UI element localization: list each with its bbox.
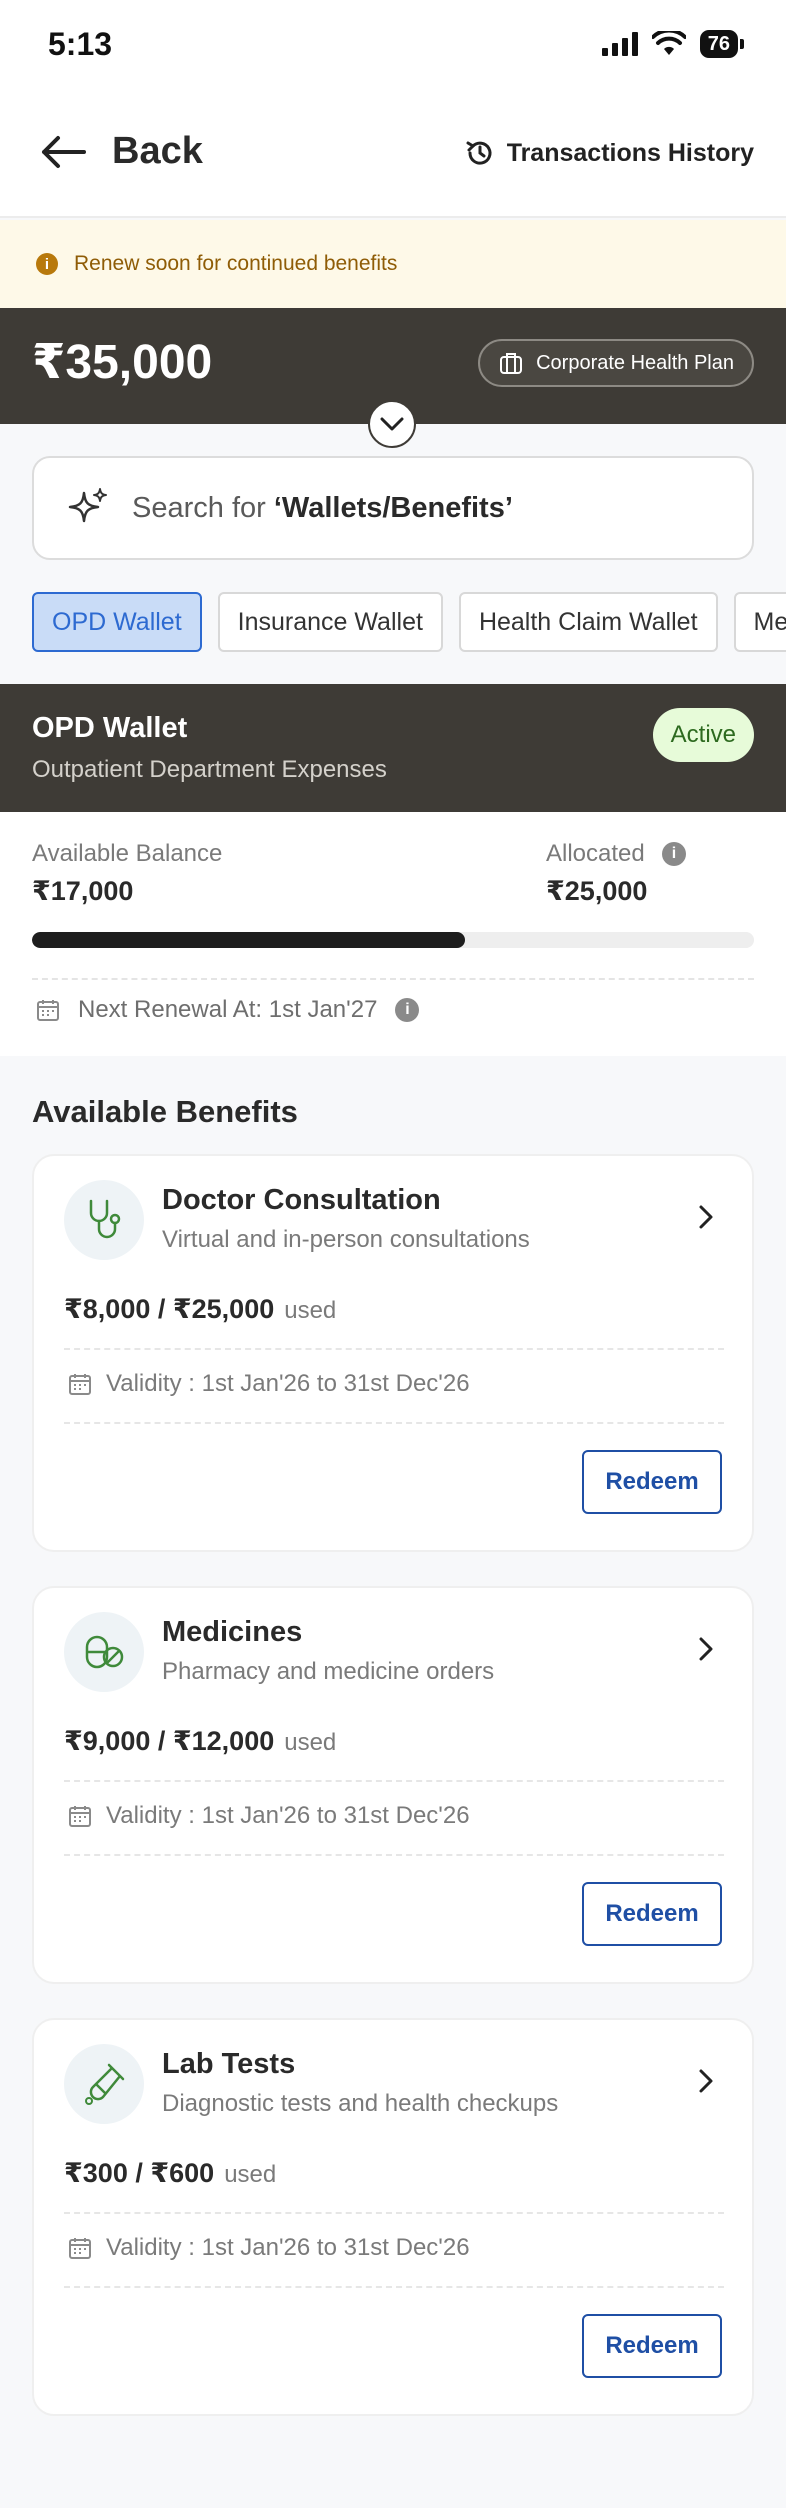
available-balance-label: Available Balance bbox=[32, 840, 223, 867]
transactions-history-button[interactable]: Transactions History bbox=[465, 138, 754, 168]
expand-balance-button[interactable] bbox=[368, 400, 416, 448]
divider bbox=[64, 1422, 724, 1424]
benefit-amount: ₹9,000 / ₹12,000 used bbox=[64, 1726, 336, 1757]
redeem-button[interactable]: Redeem bbox=[582, 1882, 722, 1946]
back-label: Back bbox=[112, 130, 203, 172]
search-placeholder-prefix: Search for bbox=[132, 491, 274, 524]
corporate-plan-chip[interactable]: Corporate Health Plan bbox=[478, 339, 754, 387]
search-placeholder: Search for ‘Wallets/Benefits’ bbox=[132, 492, 513, 525]
info-icon: i bbox=[36, 253, 58, 275]
transactions-history-label: Transactions History bbox=[506, 138, 754, 167]
benefit-card-lab-tests[interactable]: Lab Tests Diagnostic tests and health ch… bbox=[32, 2018, 754, 2416]
tab-opd-wallet[interactable]: OPD Wallet bbox=[32, 592, 202, 652]
benefit-card-doctor-consultation[interactable]: Doctor Consultation Virtual and in-perso… bbox=[32, 1154, 754, 1552]
tab-insurance-wallet[interactable]: Insurance Wallet bbox=[217, 592, 443, 652]
arrow-left-icon bbox=[42, 135, 86, 168]
wallet-balance-section: Available Balance ₹17,000 Allocated i ₹2… bbox=[0, 812, 786, 1056]
benefit-amount-value: ₹8,000 / ₹25,000 bbox=[64, 1294, 275, 1324]
calendar-icon bbox=[37, 1000, 59, 1021]
wallet-tabs: OPD Wallet Insurance Wallet Health Claim… bbox=[32, 592, 786, 652]
divider bbox=[32, 978, 754, 980]
calendar-icon bbox=[69, 1374, 91, 1395]
signal-icon bbox=[601, 32, 638, 56]
calendar-icon bbox=[69, 1806, 91, 1827]
benefit-title: Lab Tests bbox=[162, 2048, 296, 2080]
benefit-validity-text: Validity : 1st Jan'26 to 31st Dec'26 bbox=[106, 2234, 470, 2261]
status-badge: Active bbox=[652, 708, 754, 762]
total-balance-amount: ₹35,000 bbox=[32, 336, 213, 389]
next-renewal-row: Next Renewal At: 1st Jan'27 i bbox=[36, 996, 420, 1024]
renew-banner-text: Renew soon for continued benefits bbox=[74, 252, 398, 275]
status-bar: 5:13 76 bbox=[0, 0, 786, 90]
pill-icon bbox=[64, 1612, 144, 1692]
allocated-label: Allocated bbox=[546, 840, 645, 867]
benefit-validity-row: Validity : 1st Jan'26 to 31st Dec'26 bbox=[68, 1802, 470, 1830]
benefit-title: Medicines bbox=[162, 1616, 303, 1648]
benefit-title: Doctor Consultation bbox=[162, 1184, 441, 1216]
benefit-used-label: used bbox=[224, 2161, 277, 2188]
benefit-amount: ₹8,000 / ₹25,000 used bbox=[64, 1294, 336, 1325]
benefit-validity-row: Validity : 1st Jan'26 to 31st Dec'26 bbox=[68, 2234, 470, 2262]
benefits-heading: Available Benefits bbox=[32, 1094, 298, 1129]
benefit-subtitle: Virtual and in-person consultations bbox=[162, 1226, 530, 1253]
renew-banner: i Renew soon for continued benefits bbox=[0, 220, 786, 308]
benefit-amount: ₹300 / ₹600 used bbox=[64, 2158, 276, 2189]
stethoscope-icon bbox=[64, 1180, 144, 1260]
benefit-validity-row: Validity : 1st Jan'26 to 31st Dec'26 bbox=[68, 1370, 470, 1398]
benefit-subtitle: Pharmacy and medicine orders bbox=[162, 1658, 495, 1685]
status-icons: 76 bbox=[601, 30, 744, 58]
status-time: 5:13 bbox=[48, 26, 113, 62]
wifi-icon bbox=[651, 31, 686, 55]
balance-progress-fill bbox=[32, 932, 466, 948]
wallet-summary-band: OPD Wallet Outpatient Department Expense… bbox=[0, 684, 786, 812]
redeem-button[interactable]: Redeem bbox=[582, 2314, 722, 2378]
renewal-info-icon[interactable]: i bbox=[395, 998, 420, 1022]
back-button[interactable]: Back bbox=[40, 130, 203, 173]
available-balance-value: ₹17,000 bbox=[32, 876, 134, 906]
sparkle-icon bbox=[68, 488, 107, 523]
briefcase-icon bbox=[500, 353, 523, 374]
tab-health-claim-wallet[interactable]: Health Claim Wallet bbox=[458, 592, 718, 652]
battery-icon bbox=[740, 39, 744, 49]
divider bbox=[64, 1780, 724, 1782]
benefit-validity-text: Validity : 1st Jan'26 to 31st Dec'26 bbox=[106, 1370, 470, 1397]
test-tube-icon bbox=[64, 2044, 144, 2124]
divider bbox=[64, 2212, 724, 2214]
benefit-validity-text: Validity : 1st Jan'26 to 31st Dec'26 bbox=[106, 1802, 470, 1829]
search-input[interactable]: Search for ‘Wallets/Benefits’ bbox=[32, 456, 754, 560]
chevron-down-icon bbox=[380, 417, 404, 431]
benefit-used-label: used bbox=[284, 1729, 337, 1756]
calendar-icon bbox=[69, 2238, 91, 2259]
chevron-right-icon[interactable] bbox=[698, 1636, 714, 1662]
corporate-plan-label: Corporate Health Plan bbox=[536, 351, 734, 374]
history-icon bbox=[466, 141, 492, 165]
divider bbox=[64, 1348, 724, 1350]
search-placeholder-quoted: ‘Wallets/Benefits’ bbox=[273, 491, 513, 524]
divider bbox=[64, 1854, 724, 1856]
wallet-title: OPD Wallet bbox=[32, 712, 188, 744]
chevron-right-icon[interactable] bbox=[698, 1204, 714, 1230]
balance-progress-bar bbox=[32, 932, 754, 948]
allocated-value: ₹25,000 bbox=[546, 876, 648, 906]
divider bbox=[64, 2286, 724, 2288]
allocated-info-icon[interactable]: i bbox=[662, 842, 686, 866]
next-renewal-text: Next Renewal At: 1st Jan'27 bbox=[78, 996, 378, 1023]
redeem-button[interactable]: Redeem bbox=[582, 1450, 722, 1514]
battery-level: 76 bbox=[699, 30, 738, 58]
benefit-used-label: used bbox=[284, 1297, 337, 1324]
tab-medicines-wallet[interactable]: Medicines Wallet bbox=[733, 592, 786, 652]
wallet-subtitle: Outpatient Department Expenses bbox=[32, 756, 387, 783]
app-header: Back Transactions History bbox=[0, 90, 786, 218]
chevron-right-icon[interactable] bbox=[698, 2068, 714, 2094]
benefit-subtitle: Diagnostic tests and health checkups bbox=[162, 2090, 559, 2117]
benefit-card-medicines[interactable]: Medicines Pharmacy and medicine orders ₹… bbox=[32, 1586, 754, 1984]
benefit-amount-value: ₹300 / ₹600 bbox=[64, 2158, 215, 2188]
benefit-amount-value: ₹9,000 / ₹12,000 bbox=[64, 1726, 275, 1756]
